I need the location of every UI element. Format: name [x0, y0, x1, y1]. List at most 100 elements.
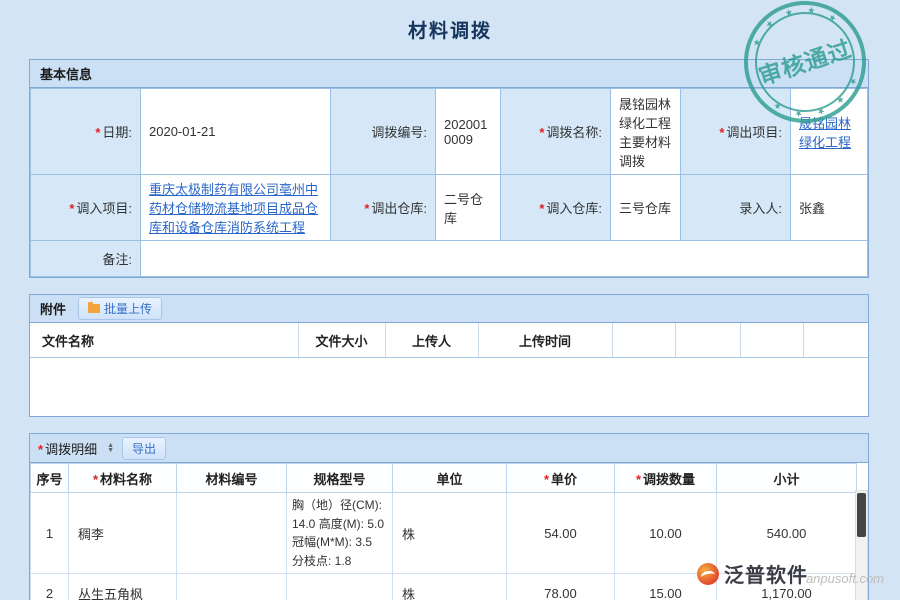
col-subtotal: 小计: [717, 464, 857, 493]
col-file-name: 文件名称: [30, 323, 298, 358]
attachments-header: 附件 批量上传: [30, 295, 868, 323]
cell-spec: 胸（地）径(CM): 14.0 高度(M): 5.0 冠幅(M*M): 3.5 …: [287, 493, 393, 574]
out-project-link[interactable]: 晟铭园林绿化工程: [799, 116, 851, 150]
batch-upload-label: 批量上传: [104, 300, 152, 317]
column-label: 调拨数量: [643, 472, 695, 487]
fanpu-brand: 泛普软件 anpusoft.com: [697, 559, 884, 588]
out-project-cell: 晟铭园林绿化工程: [791, 89, 868, 175]
info-row: 备注:: [31, 241, 868, 277]
remark-label-cell: 备注:: [31, 241, 141, 277]
info-row: *日期: 2020-01-21 调拨编号: 2020010009 *调拨名称: …: [31, 89, 868, 175]
required-mark: *: [539, 201, 544, 216]
field-label: 调出项目:: [726, 125, 782, 140]
basic-info-header: 基本信息: [30, 60, 868, 88]
col-empty: [803, 323, 868, 358]
column-label: 单价: [551, 472, 577, 487]
required-mark: *: [93, 472, 98, 487]
basic-info-section: 基本信息 *日期: 2020-01-21 调拨编号: 2020010009 *调…: [29, 59, 869, 278]
field-label: 调拨编号:: [371, 125, 427, 140]
cell-material-code: [177, 493, 287, 574]
transfer-no-label-cell: 调拨编号:: [331, 89, 436, 175]
col-price: *单价: [507, 464, 615, 493]
info-row: *调入项目: 重庆太极制药有限公司亳州中药材仓储物流基地项目成品仓库和设备仓库消…: [31, 175, 868, 241]
required-mark: *: [636, 472, 641, 487]
in-project-link[interactable]: 重庆太极制药有限公司亳州中药材仓储物流基地项目成品仓库和设备仓库消防系统工程: [149, 182, 318, 235]
field-label: 调入仓库:: [546, 201, 602, 216]
cell-seq: 2: [31, 574, 69, 600]
in-warehouse-label-cell: *调入仓库:: [501, 175, 611, 241]
required-mark: *: [69, 201, 74, 216]
field-label: 调出仓库:: [371, 201, 427, 216]
attachments-header-row: 文件名称 文件大小 上传人 上传时间: [30, 323, 868, 358]
field-label: 备注:: [102, 252, 132, 267]
section-title: 附件: [40, 299, 66, 318]
out-warehouse-label-cell: *调出仓库:: [331, 175, 436, 241]
required-mark: *: [95, 125, 100, 140]
required-mark: *: [539, 125, 544, 140]
section-title: 调拨明细: [45, 442, 97, 457]
out-warehouse-value: 二号仓库: [436, 175, 501, 241]
scrollbar-thumb[interactable]: [857, 493, 866, 537]
col-empty: [740, 323, 803, 358]
transfer-name-value: 晟铭园林绿化工程主要材料调拨: [611, 89, 681, 175]
cell-material-name: 丛生五角枫: [69, 574, 177, 600]
section-title: 基本信息: [40, 64, 92, 83]
col-spec: 规格型号: [287, 464, 393, 493]
cell-material-name: 稠李: [69, 493, 177, 574]
upload-icon: [88, 304, 100, 313]
fanpu-logo-icon: [697, 563, 719, 585]
transfer-name-label-cell: *调拨名称:: [501, 89, 611, 175]
sort-icon[interactable]: ▲ ▼: [107, 443, 114, 453]
export-button[interactable]: 导出: [122, 437, 166, 460]
in-project-cell: 重庆太极制药有限公司亳州中药材仓储物流基地项目成品仓库和设备仓库消防系统工程: [141, 175, 331, 241]
in-project-label-cell: *调入项目:: [31, 175, 141, 241]
cell-price: 78.00: [507, 574, 615, 600]
details-header-row: 序号 *材料名称 材料编号 规格型号 单位 *单价 *调拨数量 小计: [31, 464, 857, 493]
col-uploader: 上传人: [385, 323, 478, 358]
field-label: 调入项目:: [76, 201, 132, 216]
transfer-no-value: 2020010009: [436, 89, 501, 175]
sort-down-icon: ▼: [107, 448, 114, 453]
col-file-size: 文件大小: [298, 323, 385, 358]
cell-unit: 株: [393, 574, 507, 600]
field-label: 调拨名称:: [546, 125, 602, 140]
cell-spec: [287, 574, 393, 600]
batch-upload-button[interactable]: 批量上传: [78, 297, 162, 320]
out-project-label-cell: *调出项目:: [681, 89, 791, 175]
field-label: 日期:: [102, 125, 132, 140]
in-warehouse-value: 三号仓库: [611, 175, 681, 241]
col-empty: [675, 323, 740, 358]
brand-name: 泛普软件: [724, 559, 808, 588]
col-unit: 单位: [393, 464, 507, 493]
col-upload-time: 上传时间: [478, 323, 612, 358]
required-mark: *: [364, 201, 369, 216]
cell-seq: 1: [31, 493, 69, 574]
recorder-label-cell: 录入人:: [681, 175, 791, 241]
col-empty: [612, 323, 675, 358]
field-label: 录入人:: [739, 201, 782, 216]
attachments-empty-body: [30, 358, 868, 416]
column-label: 材料名称: [100, 472, 152, 487]
attachments-table: 文件名称 文件大小 上传人 上传时间: [30, 323, 868, 358]
date-value: 2020-01-21: [141, 89, 331, 175]
details-title: *调拨明细: [38, 439, 97, 458]
required-mark: *: [544, 472, 549, 487]
col-material-name: *材料名称: [69, 464, 177, 493]
recorder-value: 张鑫: [791, 175, 868, 241]
details-toolbar: *调拨明细 ▲ ▼ 导出: [30, 434, 868, 463]
export-label: 导出: [132, 440, 156, 457]
col-material-code: 材料编号: [177, 464, 287, 493]
brand-watermark: anpusoft.com: [806, 571, 884, 586]
page-title: 材料调拨: [0, 0, 900, 43]
page: 材料调拨 ★ ★ ★ ★ ★ ★ ★ ★ ★ ★ 审核通过 基本信息 *日期:: [0, 0, 900, 600]
cell-material-code: [177, 574, 287, 600]
cell-price: 54.00: [507, 493, 615, 574]
required-mark: *: [38, 442, 43, 457]
basic-info-table: *日期: 2020-01-21 调拨编号: 2020010009 *调拨名称: …: [30, 88, 868, 277]
col-qty: *调拨数量: [615, 464, 717, 493]
date-label-cell: *日期:: [31, 89, 141, 175]
cell-unit: 株: [393, 493, 507, 574]
attachments-section: 附件 批量上传 文件名称 文件大小 上传人 上传时间: [29, 294, 869, 417]
col-seq: 序号: [31, 464, 69, 493]
remark-value: [141, 241, 868, 277]
